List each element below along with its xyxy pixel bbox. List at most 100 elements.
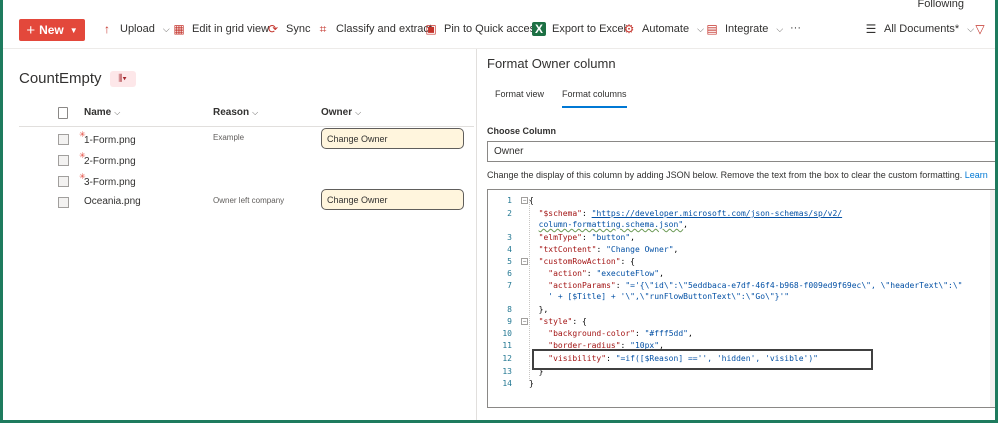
column-select[interactable]: Owner	[487, 141, 998, 162]
image-file-icon	[58, 197, 69, 208]
column-header-name[interactable]: Name ⌵	[84, 107, 120, 118]
excel-icon: X	[532, 22, 546, 36]
plus-icon: +	[26, 21, 36, 39]
sync-button[interactable]: ⟳ Sync	[266, 22, 311, 36]
automate-icon: ⚙	[623, 22, 635, 36]
fold-icon[interactable]: −	[521, 258, 528, 265]
following-label[interactable]: Following	[918, 0, 964, 10]
view-label: All Documents*	[884, 23, 960, 35]
line-number: 4	[507, 245, 512, 254]
line-number: 11	[502, 341, 512, 350]
column-header-owner[interactable]: Owner ⌵	[321, 107, 361, 118]
file-name[interactable]: 2-Form.png	[84, 156, 136, 167]
automate-button[interactable]: ⚙ Automate ⌵	[622, 22, 704, 36]
reason-cell: Example	[213, 133, 245, 142]
code-line: }	[529, 379, 534, 388]
filter-icon: ▽	[975, 22, 985, 36]
chevron-down-icon: ⌵	[697, 23, 704, 34]
code-line: },	[529, 305, 549, 314]
code-line: "txtContent": "Change Owner",	[538, 245, 679, 254]
code-line: "style": {	[538, 317, 587, 326]
chevron-down-icon: ⌵	[114, 108, 121, 117]
column-header-owner-label: Owner	[321, 107, 353, 118]
sync-icon: ⟳	[267, 22, 279, 36]
image-file-icon	[58, 176, 69, 187]
code-line: "actionParams": "='{\"id\":\"5eddbaca-e7…	[548, 281, 963, 290]
tab-format-columns[interactable]: Format columns	[562, 89, 627, 108]
automate-label: Automate	[642, 23, 690, 35]
json-editor[interactable]: 1 − { 2 "$schema": "https://developer.mi…	[487, 189, 998, 408]
edit-grid-button[interactable]: ▦ Edit in grid view	[172, 22, 269, 36]
line-number: 6	[507, 269, 512, 278]
upload-button[interactable]: ↑ Upload ⌵	[100, 22, 170, 36]
grid-icon: ▦	[173, 22, 185, 36]
reason-cell: Owner left company	[213, 196, 285, 205]
code-line: "action": "executeFlow",	[548, 269, 664, 278]
chevron-down-icon: ⌵	[355, 108, 362, 117]
code-line: "$schema": "https://developer.microsoft.…	[538, 209, 843, 218]
file-name[interactable]: 1-Form.png	[84, 135, 136, 146]
column-header-name-label: Name	[84, 107, 112, 118]
export-excel-button[interactable]: X Export to Excel	[532, 22, 626, 36]
pane-title: Format Owner column	[487, 56, 616, 71]
line-number: 9	[507, 317, 512, 326]
help-text-body: Change the display of this column by add…	[487, 170, 963, 180]
change-owner-button[interactable]: Change Owner	[321, 128, 464, 149]
library-title: CountEmpty ⫼▾	[19, 70, 136, 87]
sync-label: Sync	[286, 23, 311, 35]
pin-label: Pin to Quick access	[444, 23, 541, 35]
fold-icon[interactable]: −	[521, 197, 528, 204]
header-divider	[19, 126, 474, 127]
library-title-text: CountEmpty	[19, 70, 102, 87]
editor-scrollbar[interactable]	[990, 190, 997, 407]
pin-icon: ▣	[425, 22, 437, 36]
column-header-reason[interactable]: Reason ⌵	[213, 107, 258, 118]
edit-grid-label: Edit in grid view	[192, 23, 270, 35]
help-text: Change the display of this column by add…	[487, 170, 988, 180]
chevron-down-icon: ▼	[69, 25, 78, 35]
line-number: 14	[502, 379, 512, 388]
chevron-down-icon: ⌵	[776, 23, 784, 34]
classify-button[interactable]: ⌗ Classify and extract	[316, 22, 432, 36]
line-number: 8	[507, 305, 512, 314]
code-line: column-formatting.schema.json",	[538, 220, 688, 229]
code-line: "background-color": "#fff5dd",	[548, 329, 693, 338]
line-number: 2	[507, 209, 512, 218]
filter-button[interactable]: ▽	[973, 22, 987, 36]
choose-column-label: Choose Column	[487, 126, 556, 136]
file-type-header-icon[interactable]	[58, 107, 68, 119]
table-row[interactable]: ✳ 1-Form.png Example Change Owner	[0, 128, 476, 151]
line-number: 3	[507, 233, 512, 242]
file-name[interactable]: 3-Form.png	[84, 177, 136, 188]
image-file-icon	[58, 134, 69, 145]
upload-icon: ↑	[104, 22, 110, 36]
pin-quick-access-button[interactable]: ▣ Pin to Quick access	[424, 22, 541, 36]
table-row[interactable]: Oceania.png Owner left company Change Ow…	[0, 189, 476, 214]
code-line: {	[529, 196, 534, 205]
library-view-icon[interactable]: ⫼▾	[109, 70, 136, 87]
change-owner-button[interactable]: Change Owner	[321, 189, 464, 210]
command-bar: Following + New ▼ ↑ Upload ⌵ ▦ Edit in g…	[0, 0, 998, 50]
column-header-reason-label: Reason	[213, 107, 250, 118]
integrate-icon: ▤	[706, 22, 718, 36]
view-selector[interactable]: ☰ All Documents* ⌵	[864, 22, 974, 36]
code-line: "customRowAction": {	[538, 257, 635, 266]
more-button[interactable]: ···	[790, 22, 801, 34]
file-name[interactable]: Oceania.png	[84, 196, 141, 207]
toolbar-divider	[0, 48, 998, 49]
new-button[interactable]: + New ▼	[19, 19, 85, 41]
code-line: "elmType": "button",	[538, 233, 635, 242]
line-number: 1	[507, 196, 512, 205]
export-label: Export to Excel	[552, 23, 626, 35]
table-row[interactable]: ✳ 2-Form.png	[0, 151, 476, 172]
upload-label: Upload	[120, 23, 155, 35]
integrate-button[interactable]: ▤ Integrate ⌵	[705, 22, 783, 36]
view-options-icon: ☰	[865, 22, 877, 36]
integrate-label: Integrate	[725, 23, 769, 35]
tab-format-view[interactable]: Format view	[495, 89, 544, 99]
learn-more-link[interactable]: Learn	[965, 170, 988, 180]
code-line: ' + [$Title] + '\",\"runFlowButtonText\"…	[529, 292, 790, 301]
fold-icon[interactable]: −	[521, 318, 528, 325]
image-file-icon	[58, 155, 69, 166]
highlight-box	[532, 349, 873, 370]
